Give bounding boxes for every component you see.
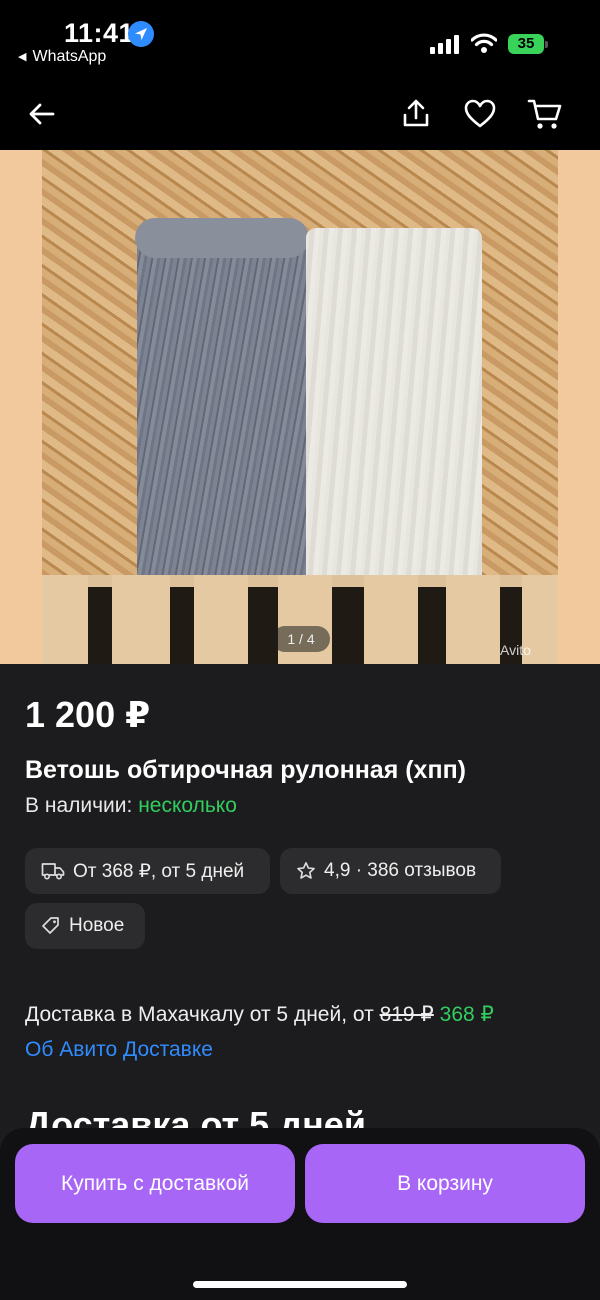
delivery-chip[interactable]: От 368 ₽, от 5 дней xyxy=(25,848,270,894)
about-avito-delivery-link[interactable]: Об Авито Доставке xyxy=(25,1038,213,1062)
back-app-label: WhatsApp xyxy=(32,48,107,65)
status-time: 11:41 xyxy=(64,18,135,48)
bottom-action-bar: Купить с доставкой В корзину xyxy=(0,1128,600,1300)
stock-label: В наличии: xyxy=(25,794,133,817)
delivery-old-price: 819 ₽ xyxy=(379,1003,434,1026)
condition-chip-label: Новое xyxy=(69,915,125,936)
product-photo xyxy=(42,150,558,664)
product-photo-gallery[interactable]: 1 / 4 Avito xyxy=(0,150,600,664)
arrow-left-icon xyxy=(29,103,55,125)
white-rag-roll xyxy=(306,228,482,602)
cart-button[interactable] xyxy=(525,94,565,134)
back-triangle-icon: ◀ xyxy=(18,51,27,63)
stock-value: несколько xyxy=(138,794,237,817)
cart-icon xyxy=(527,99,562,129)
delivery-new-price: 368 ₽ xyxy=(439,1003,494,1026)
home-indicator[interactable] xyxy=(193,1281,407,1288)
battery-icon: 35 xyxy=(508,34,548,54)
stock-status: В наличии: несколько xyxy=(25,794,237,818)
price: 1 200 ₽ xyxy=(25,694,151,735)
cellular-signal-icon xyxy=(430,34,462,54)
grey-rag-roll xyxy=(137,224,307,604)
rating-chip[interactable]: 4,9 · 386 отзывов xyxy=(280,848,501,894)
buy-with-delivery-button[interactable]: Купить с доставкой xyxy=(15,1144,295,1223)
rating-chip-label: 4,9 · 386 отзывов xyxy=(324,860,477,881)
favorite-button[interactable] xyxy=(460,94,500,134)
delivery-info: Доставка в Махачкалу от 5 дней, от 819 ₽… xyxy=(25,1002,494,1027)
location-arrow-icon xyxy=(128,21,154,47)
share-button[interactable] xyxy=(396,94,436,134)
listing-title: Ветошь обтирочная рулонная (хпп) xyxy=(25,756,466,784)
avito-watermark: Avito xyxy=(500,642,531,658)
top-nav-bar xyxy=(0,76,600,150)
delivery-chip-label: От 368 ₽, от 5 дней xyxy=(73,860,245,882)
grey-roll-top xyxy=(135,218,309,258)
share-icon xyxy=(403,99,429,127)
photo-counter: 1 / 4 xyxy=(272,626,330,652)
condition-chip[interactable]: Новое xyxy=(25,903,145,949)
back-to-app-link[interactable]: ◀ WhatsApp xyxy=(18,48,106,66)
tag-icon xyxy=(42,917,59,934)
wifi-icon xyxy=(470,32,498,59)
add-to-cart-button[interactable]: В корзину xyxy=(305,1144,585,1223)
heart-icon xyxy=(464,99,496,128)
status-bar: 11:41 ◀ WhatsApp 35 xyxy=(0,0,600,76)
delivery-text: Доставка в Махачкалу от 5 дней, от xyxy=(25,1003,374,1026)
star-icon xyxy=(297,862,315,879)
back-button[interactable] xyxy=(22,94,62,134)
battery-level: 35 xyxy=(508,34,544,54)
truck-icon xyxy=(41,863,65,880)
